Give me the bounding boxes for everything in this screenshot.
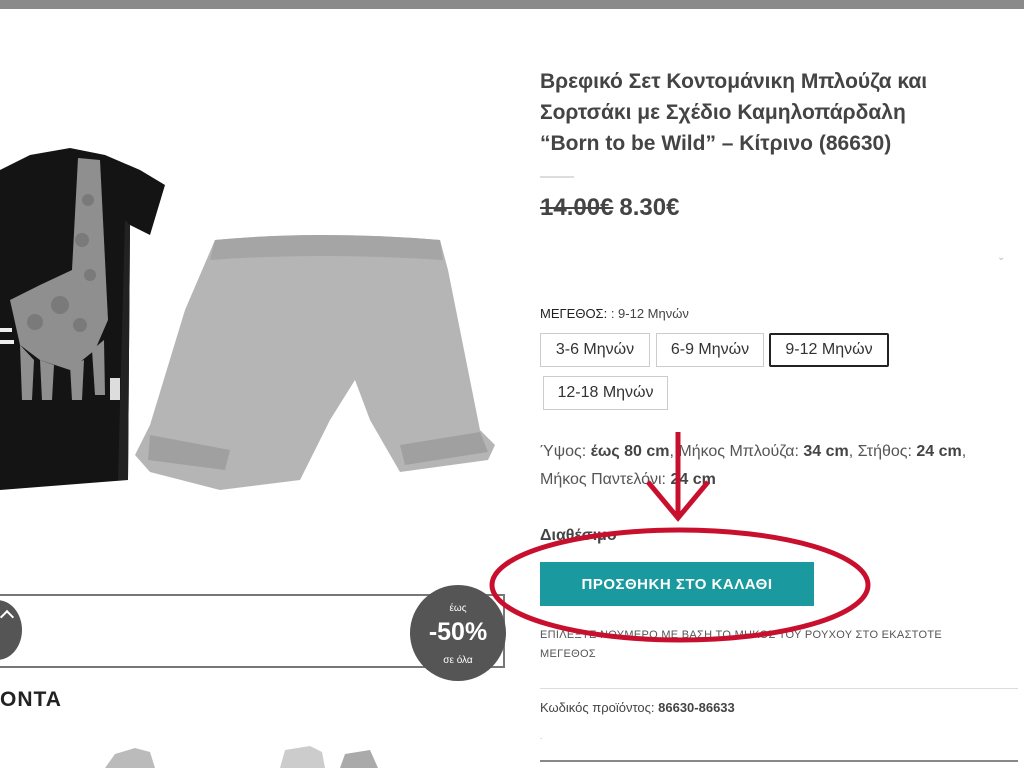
annotation-arrow-icon [646,432,710,522]
title-divider [540,176,574,178]
shirt-length-value: 34 cm [803,443,849,460]
size-option-9-12[interactable]: 9-12 Μηνών [769,333,889,367]
shorts-graphic [135,235,495,490]
divider [540,688,1018,689]
related-products-heading: ΟΝΤΑ [0,688,62,711]
chevron-down-icon: ⌄ [997,252,1006,263]
chest-label: , Στήθος: [848,443,912,460]
size-option-3-6[interactable]: 3-6 Μηνών [540,333,650,367]
product-title-line: Βρεφικό Σετ Κοντομάνικη Μπλούζα και [540,70,928,93]
sku-value: 86630-86633 [658,700,735,715]
size-option-12-18[interactable]: 12-18 Μηνών [543,376,668,410]
discount-badge-bottom: σε όλα [443,655,473,666]
dot: . [540,732,543,741]
top-bar [0,0,1024,9]
product-title-line: “Born to be Wild” – Κίτρινο (86630) [540,132,892,155]
price: 14.00€ 8.30€ [540,194,679,222]
price-new: 8.30€ [619,194,680,221]
price-old: 14.00€ [540,194,614,221]
product-title-line: Σορτσάκι με Σχέδιο Καμηλοπάρδαλη [540,101,906,124]
size-label: ΜΕΓΕΘΟΣ: : 9-12 Μηνών [540,306,689,321]
sku-label: Κωδικός προϊόντος: [540,700,655,715]
product-measurements: Ύψος: έως 80 cm, Μήκος Μπλούζα: 34 cm, Σ… [540,438,1000,494]
product-sku: Κωδικός προϊόντος: 86630-86633 [540,700,735,715]
product-image[interactable] [0,60,520,590]
related-products-thumbnails[interactable] [100,742,400,768]
product-title: Βρεφικό Σετ Κοντομάνικη Μπλούζα και Σορτ… [540,66,980,159]
size-selected-value: : 9-12 Μηνών [610,306,689,321]
chest-value: 24 cm [916,443,962,460]
divider [540,760,1018,762]
size-option-6-9[interactable]: 6-9 Μηνών [656,333,764,367]
annotation-ellipse-icon [489,527,871,643]
tshirt-graphic [0,148,165,490]
height-label: Ύψος: [540,443,587,460]
size-label-text: ΜΕΓΕΘΟΣ: [540,306,608,321]
